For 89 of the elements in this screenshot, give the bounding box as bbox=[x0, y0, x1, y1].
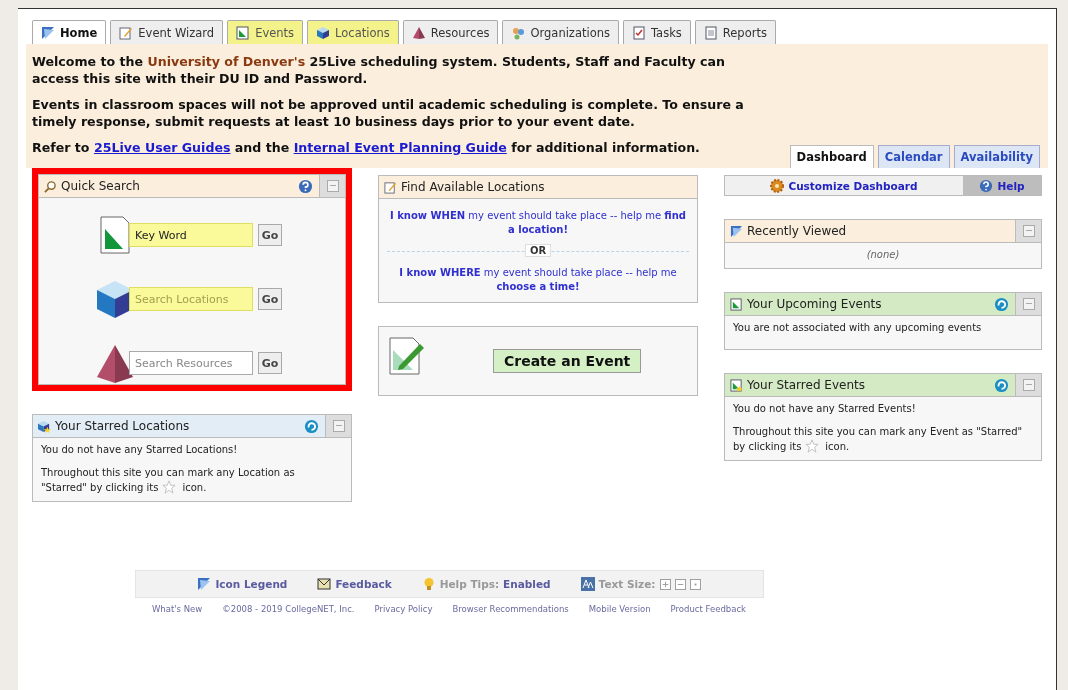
help-icon bbox=[979, 178, 994, 193]
cube-star-icon bbox=[38, 419, 51, 433]
find-option-link[interactable]: I know WHEN my event should take place -- help me find a location! bbox=[387, 209, 689, 237]
banner-text: Refer to 25Live User Guides and the Internal Event Planning Guide for additional information. bbox=[32, 139, 701, 156]
text-size-icon bbox=[580, 577, 595, 591]
view-tab[interactable]: Availability bbox=[953, 145, 1040, 168]
pyramid-icon bbox=[411, 25, 426, 40]
panel-title: Your Upcoming Events bbox=[747, 297, 883, 311]
rays-icon bbox=[197, 577, 212, 591]
footer-link[interactable]: ©2008 - 2019 CollegeNET, Inc. bbox=[222, 604, 355, 614]
footer-link[interactable]: Browser Recommendations bbox=[452, 604, 569, 614]
or-label: OR bbox=[524, 244, 552, 257]
increase-icon[interactable] bbox=[659, 578, 671, 590]
refresh-icon[interactable] bbox=[304, 418, 319, 434]
cube-icon bbox=[316, 25, 331, 40]
panel-title: Your Starred Locations bbox=[55, 419, 191, 433]
search-field[interactable]: Search Locations bbox=[129, 287, 253, 311]
banner-text: Welcome to the University of Denver's 25Live scheduling system. Students, Staff and Faculty can access this site with their DU ID and Password. bbox=[32, 53, 726, 87]
empty-message: You are not associated with any upcoming events bbox=[733, 321, 983, 335]
hint-text: Throughout this site you can mark any Location as bbox=[41, 466, 295, 480]
create-event-button[interactable]: Create an Event bbox=[493, 349, 642, 373]
star-icon bbox=[805, 439, 820, 453]
customize-dashboard-button[interactable]: Customize Dashboard bbox=[725, 176, 963, 195]
help-button[interactable]: Help bbox=[963, 176, 1041, 195]
footer-link[interactable]: Product Feedback bbox=[670, 604, 747, 614]
view-tab[interactable]: Calendar bbox=[877, 145, 950, 168]
reset-size-icon[interactable] bbox=[689, 578, 701, 590]
footer-link[interactable]: Privacy Policy bbox=[374, 604, 433, 614]
lightbulb-icon bbox=[421, 577, 436, 591]
nav-tab[interactable]: Resources bbox=[402, 20, 499, 44]
guide-link[interactable]: 25Live User Guides bbox=[93, 140, 231, 155]
nav-tab[interactable]: Reports bbox=[694, 20, 776, 44]
view-tab[interactable]: Dashboard bbox=[789, 145, 874, 168]
guide-link[interactable]: Internal Event Planning Guide bbox=[293, 140, 507, 155]
hint-text: by clicking its bbox=[733, 441, 802, 452]
panel-title: Your Starred Events bbox=[747, 378, 866, 392]
footer-tool-link[interactable]: Icon Legend bbox=[215, 578, 288, 590]
panel-title: Recently Viewed bbox=[747, 224, 848, 238]
help-tips-toggle[interactable]: Enabled bbox=[503, 578, 551, 590]
hint-text: icon. bbox=[825, 441, 850, 452]
refresh-icon[interactable] bbox=[994, 296, 1009, 312]
panel-title: Find Available Locations bbox=[401, 180, 546, 194]
tool-label: Text Size: bbox=[598, 578, 656, 590]
gear-icon bbox=[770, 178, 785, 193]
pencil-icon bbox=[384, 180, 397, 194]
help-icon[interactable] bbox=[298, 178, 313, 194]
collapse-icon[interactable] bbox=[319, 175, 345, 197]
collapse-icon[interactable] bbox=[1015, 293, 1041, 315]
footer-tool-link[interactable]: Feedback bbox=[335, 578, 392, 590]
banner-text: Events in classroom spaces will not be approved until academic scheduling is complete. To ensure a timely response, submit requests at least 10 business days prior to your event date. bbox=[32, 96, 745, 130]
empty-text: (none) bbox=[865, 248, 901, 262]
document-pencil-icon bbox=[387, 336, 427, 376]
collapse-icon[interactable] bbox=[1015, 374, 1041, 396]
search-icon bbox=[44, 179, 57, 193]
nav-tab[interactable]: Events bbox=[227, 20, 304, 44]
document-icon bbox=[730, 297, 743, 311]
collapse-icon[interactable] bbox=[325, 415, 351, 437]
empty-message: You do not have any Starred Events! bbox=[733, 402, 917, 416]
rays-icon bbox=[730, 224, 743, 238]
decrease-icon[interactable] bbox=[674, 578, 686, 590]
tool-label: Help Tips: bbox=[439, 578, 500, 590]
go-button[interactable]: Go bbox=[258, 224, 282, 246]
search-field[interactable]: Search Resources bbox=[129, 351, 253, 375]
nav-tab[interactable]: Tasks bbox=[622, 20, 691, 44]
nav-tab[interactable]: Event Wizard bbox=[110, 20, 224, 44]
footer-link[interactable]: What's New bbox=[151, 604, 203, 614]
star-icon bbox=[162, 480, 177, 494]
rays-icon bbox=[41, 25, 55, 40]
go-button[interactable]: Go bbox=[258, 352, 282, 374]
find-option-link[interactable]: I know WHERE my event should take place -- help me choose a time! bbox=[387, 266, 689, 294]
footer-link[interactable]: Mobile Version bbox=[588, 604, 651, 614]
empty-message: You do not have any Starred Locations! bbox=[41, 443, 239, 457]
hint-text: "Starred" by clicking its bbox=[41, 482, 159, 493]
search-field[interactable]: Key Word bbox=[129, 223, 253, 247]
document-icon bbox=[703, 25, 718, 40]
checklist-icon bbox=[631, 25, 646, 40]
pencil-icon bbox=[119, 25, 134, 40]
nav-tab[interactable]: Home bbox=[32, 20, 107, 44]
hint-text: icon. bbox=[182, 482, 207, 493]
refresh-icon[interactable] bbox=[994, 377, 1009, 393]
go-button[interactable]: Go bbox=[258, 288, 282, 310]
collapse-icon[interactable] bbox=[1015, 220, 1041, 242]
document-icon bbox=[236, 25, 251, 40]
nav-tab[interactable]: Locations bbox=[307, 20, 399, 44]
envelope-icon bbox=[317, 577, 332, 591]
panel-title: Quick Search bbox=[61, 179, 141, 193]
hint-text: Throughout this site you can mark any Event as "Starred" bbox=[733, 425, 1023, 439]
nav-tab[interactable]: Organizations bbox=[502, 20, 619, 44]
people-icon bbox=[511, 25, 526, 40]
